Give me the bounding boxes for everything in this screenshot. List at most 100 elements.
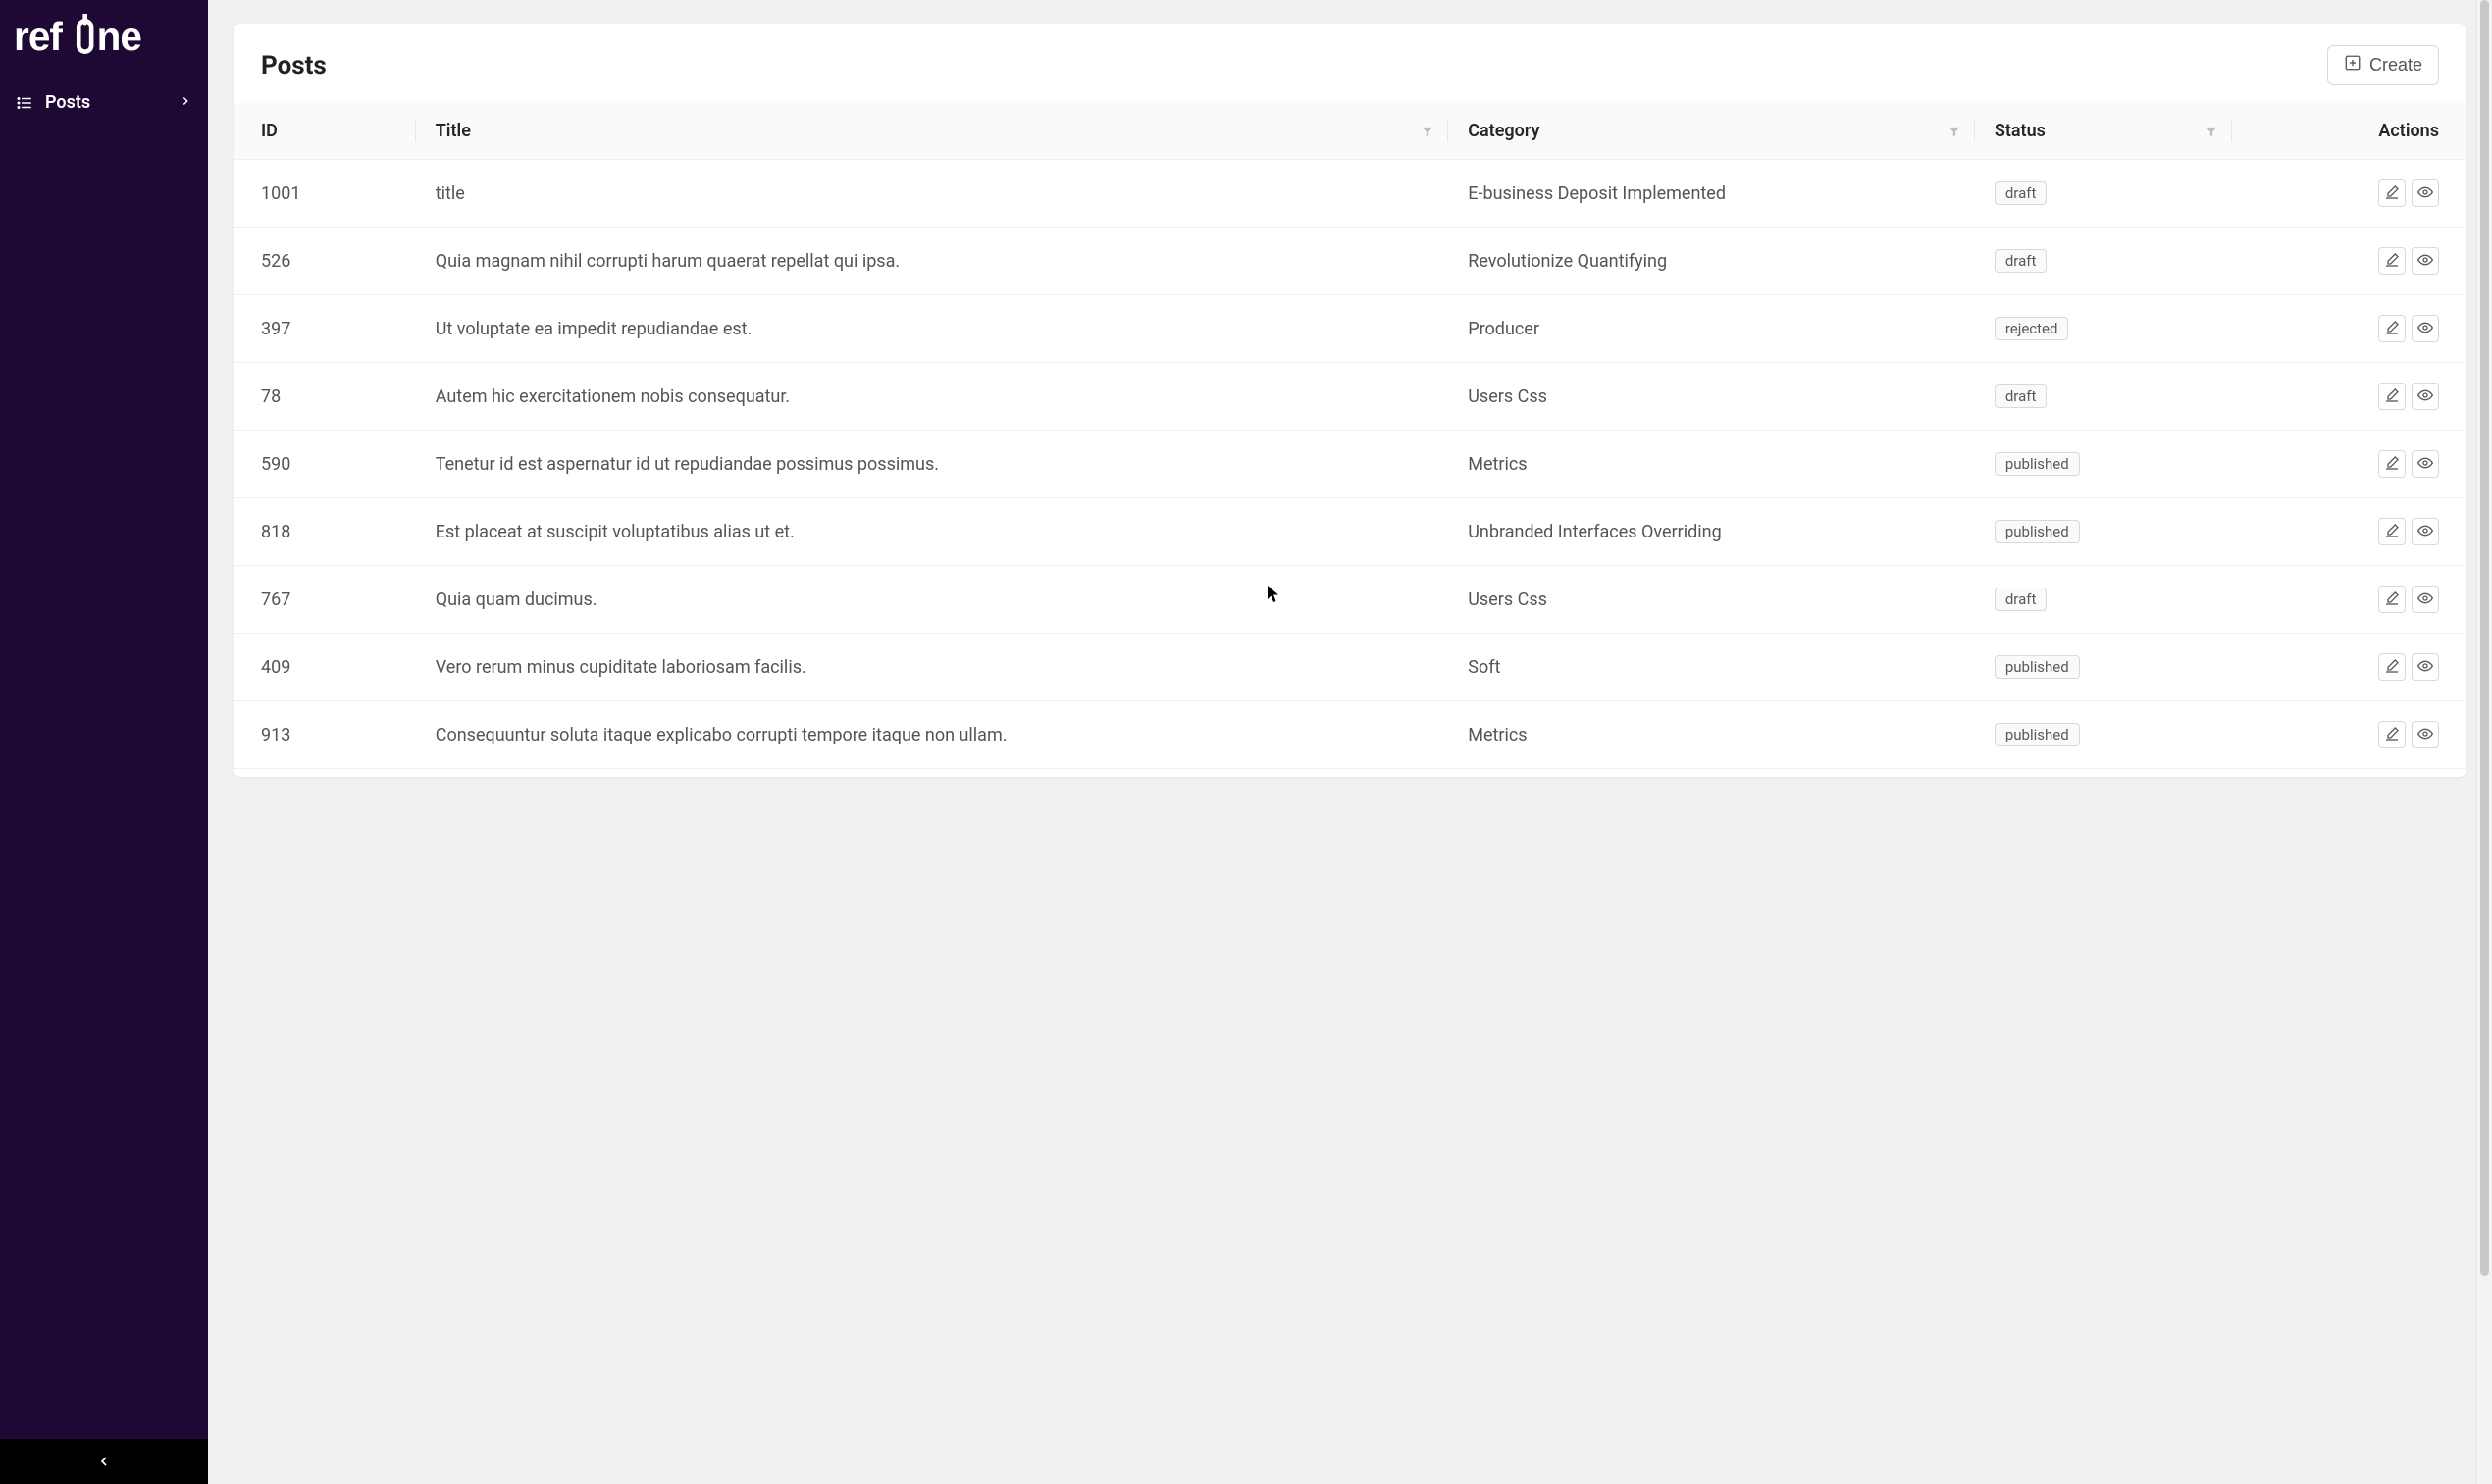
cell-status: rejected bbox=[1975, 295, 2232, 363]
edit-icon bbox=[2384, 726, 2400, 744]
status-badge: published bbox=[1995, 655, 2080, 679]
cell-category: Soft bbox=[1448, 634, 1975, 701]
edit-button[interactable] bbox=[2378, 586, 2406, 613]
sidebar-nav: Posts bbox=[0, 82, 208, 1439]
cell-id: 590 bbox=[234, 431, 416, 498]
cell-status: draft bbox=[1975, 566, 2232, 634]
view-button[interactable] bbox=[2412, 179, 2439, 207]
plus-square-icon bbox=[2344, 54, 2362, 77]
cell-id: 397 bbox=[234, 295, 416, 363]
cell-category: E-business Deposit Implemented bbox=[1448, 160, 1975, 228]
edit-button[interactable] bbox=[2378, 315, 2406, 342]
cell-category: Users Css bbox=[1448, 566, 1975, 634]
scrollbar-thumb[interactable] bbox=[2480, 0, 2489, 1276]
refine-logo-icon: ref ne bbox=[14, 14, 194, 59]
edit-button[interactable] bbox=[2378, 247, 2406, 275]
edit-icon bbox=[2384, 320, 2400, 338]
cell-category: Users Css bbox=[1448, 363, 1975, 431]
filter-icon[interactable] bbox=[1421, 125, 1434, 138]
view-button[interactable] bbox=[2412, 653, 2439, 681]
edit-button[interactable] bbox=[2378, 450, 2406, 478]
table-row: 78Autem hic exercitationem nobis consequ… bbox=[234, 363, 2466, 431]
table-row: 409Vero rerum minus cupiditate laboriosa… bbox=[234, 634, 2466, 701]
cell-title: Tenetur id est aspernatur id ut repudian… bbox=[416, 431, 1449, 498]
page-title: Posts bbox=[261, 51, 327, 80]
cell-category: Revolutionize Quantifying bbox=[1448, 228, 1975, 295]
view-button[interactable] bbox=[2412, 383, 2439, 410]
cell-id: 913 bbox=[234, 701, 416, 769]
edit-button[interactable] bbox=[2378, 518, 2406, 545]
eye-icon bbox=[2417, 658, 2433, 677]
column-header-status[interactable]: Status bbox=[1975, 103, 2232, 160]
edit-button[interactable] bbox=[2378, 383, 2406, 410]
posts-table: ID Title Category bbox=[234, 103, 2466, 769]
scrollbar[interactable] bbox=[2476, 0, 2492, 1484]
cell-status: draft bbox=[1975, 363, 2232, 431]
status-badge: draft bbox=[1995, 384, 2048, 408]
cell-title: Vero rerum minus cupiditate laboriosam f… bbox=[416, 634, 1449, 701]
status-badge: published bbox=[1995, 723, 2080, 746]
view-button[interactable] bbox=[2412, 518, 2439, 545]
cell-actions bbox=[2232, 228, 2466, 295]
edit-icon bbox=[2384, 658, 2400, 677]
edit-icon bbox=[2384, 184, 2400, 203]
table-row: 913Consequuntur soluta itaque explicabo … bbox=[234, 701, 2466, 769]
view-button[interactable] bbox=[2412, 315, 2439, 342]
filter-icon[interactable] bbox=[1947, 125, 1961, 138]
sidebar-collapse-button[interactable] bbox=[0, 1439, 208, 1484]
view-button[interactable] bbox=[2412, 586, 2439, 613]
cell-title: Consequuntur soluta itaque explicabo cor… bbox=[416, 701, 1449, 769]
logo[interactable]: ref ne bbox=[0, 0, 208, 82]
table-row: 397Ut voluptate ea impedit repudiandae e… bbox=[234, 295, 2466, 363]
cell-title: Quia magnam nihil corrupti harum quaerat… bbox=[416, 228, 1449, 295]
cell-id: 526 bbox=[234, 228, 416, 295]
eye-icon bbox=[2417, 320, 2433, 338]
view-button[interactable] bbox=[2412, 450, 2439, 478]
view-button[interactable] bbox=[2412, 721, 2439, 748]
status-badge: draft bbox=[1995, 588, 2048, 611]
status-badge: draft bbox=[1995, 249, 2048, 273]
eye-icon bbox=[2417, 455, 2433, 474]
cell-id: 78 bbox=[234, 363, 416, 431]
column-header-category[interactable]: Category bbox=[1448, 103, 1975, 160]
cell-id: 1001 bbox=[234, 160, 416, 228]
edit-icon bbox=[2384, 387, 2400, 406]
column-header-title[interactable]: Title bbox=[416, 103, 1449, 160]
main-content: Posts Create ID bbox=[208, 0, 2492, 1484]
cell-id: 409 bbox=[234, 634, 416, 701]
cell-title: Est placeat at suscipit voluptatibus ali… bbox=[416, 498, 1449, 566]
edit-icon bbox=[2384, 252, 2400, 271]
status-badge: published bbox=[1995, 452, 2080, 476]
status-badge: draft bbox=[1995, 181, 2048, 205]
posts-card: Posts Create ID bbox=[234, 24, 2466, 777]
cell-title: Autem hic exercitationem nobis consequat… bbox=[416, 363, 1449, 431]
edit-button[interactable] bbox=[2378, 721, 2406, 748]
create-button[interactable]: Create bbox=[2327, 45, 2439, 85]
cell-status: published bbox=[1975, 431, 2232, 498]
edit-button[interactable] bbox=[2378, 179, 2406, 207]
cell-category: Producer bbox=[1448, 295, 1975, 363]
sidebar-item-posts[interactable]: Posts bbox=[0, 82, 208, 123]
column-header-id[interactable]: ID bbox=[234, 103, 416, 160]
cell-status: published bbox=[1975, 498, 2232, 566]
cell-status: published bbox=[1975, 701, 2232, 769]
cell-title: Quia quam ducimus. bbox=[416, 566, 1449, 634]
create-button-label: Create bbox=[2369, 55, 2422, 76]
cell-actions bbox=[2232, 363, 2466, 431]
cell-actions bbox=[2232, 634, 2466, 701]
cell-actions bbox=[2232, 701, 2466, 769]
eye-icon bbox=[2417, 184, 2433, 203]
edit-button[interactable] bbox=[2378, 653, 2406, 681]
filter-icon[interactable] bbox=[2205, 125, 2218, 138]
cell-category: Metrics bbox=[1448, 701, 1975, 769]
cell-status: draft bbox=[1975, 228, 2232, 295]
table-row: 818Est placeat at suscipit voluptatibus … bbox=[234, 498, 2466, 566]
cell-actions bbox=[2232, 295, 2466, 363]
column-header-actions: Actions bbox=[2232, 103, 2466, 160]
view-button[interactable] bbox=[2412, 247, 2439, 275]
eye-icon bbox=[2417, 387, 2433, 406]
edit-icon bbox=[2384, 523, 2400, 541]
edit-icon bbox=[2384, 590, 2400, 609]
cell-actions bbox=[2232, 498, 2466, 566]
cell-id: 767 bbox=[234, 566, 416, 634]
